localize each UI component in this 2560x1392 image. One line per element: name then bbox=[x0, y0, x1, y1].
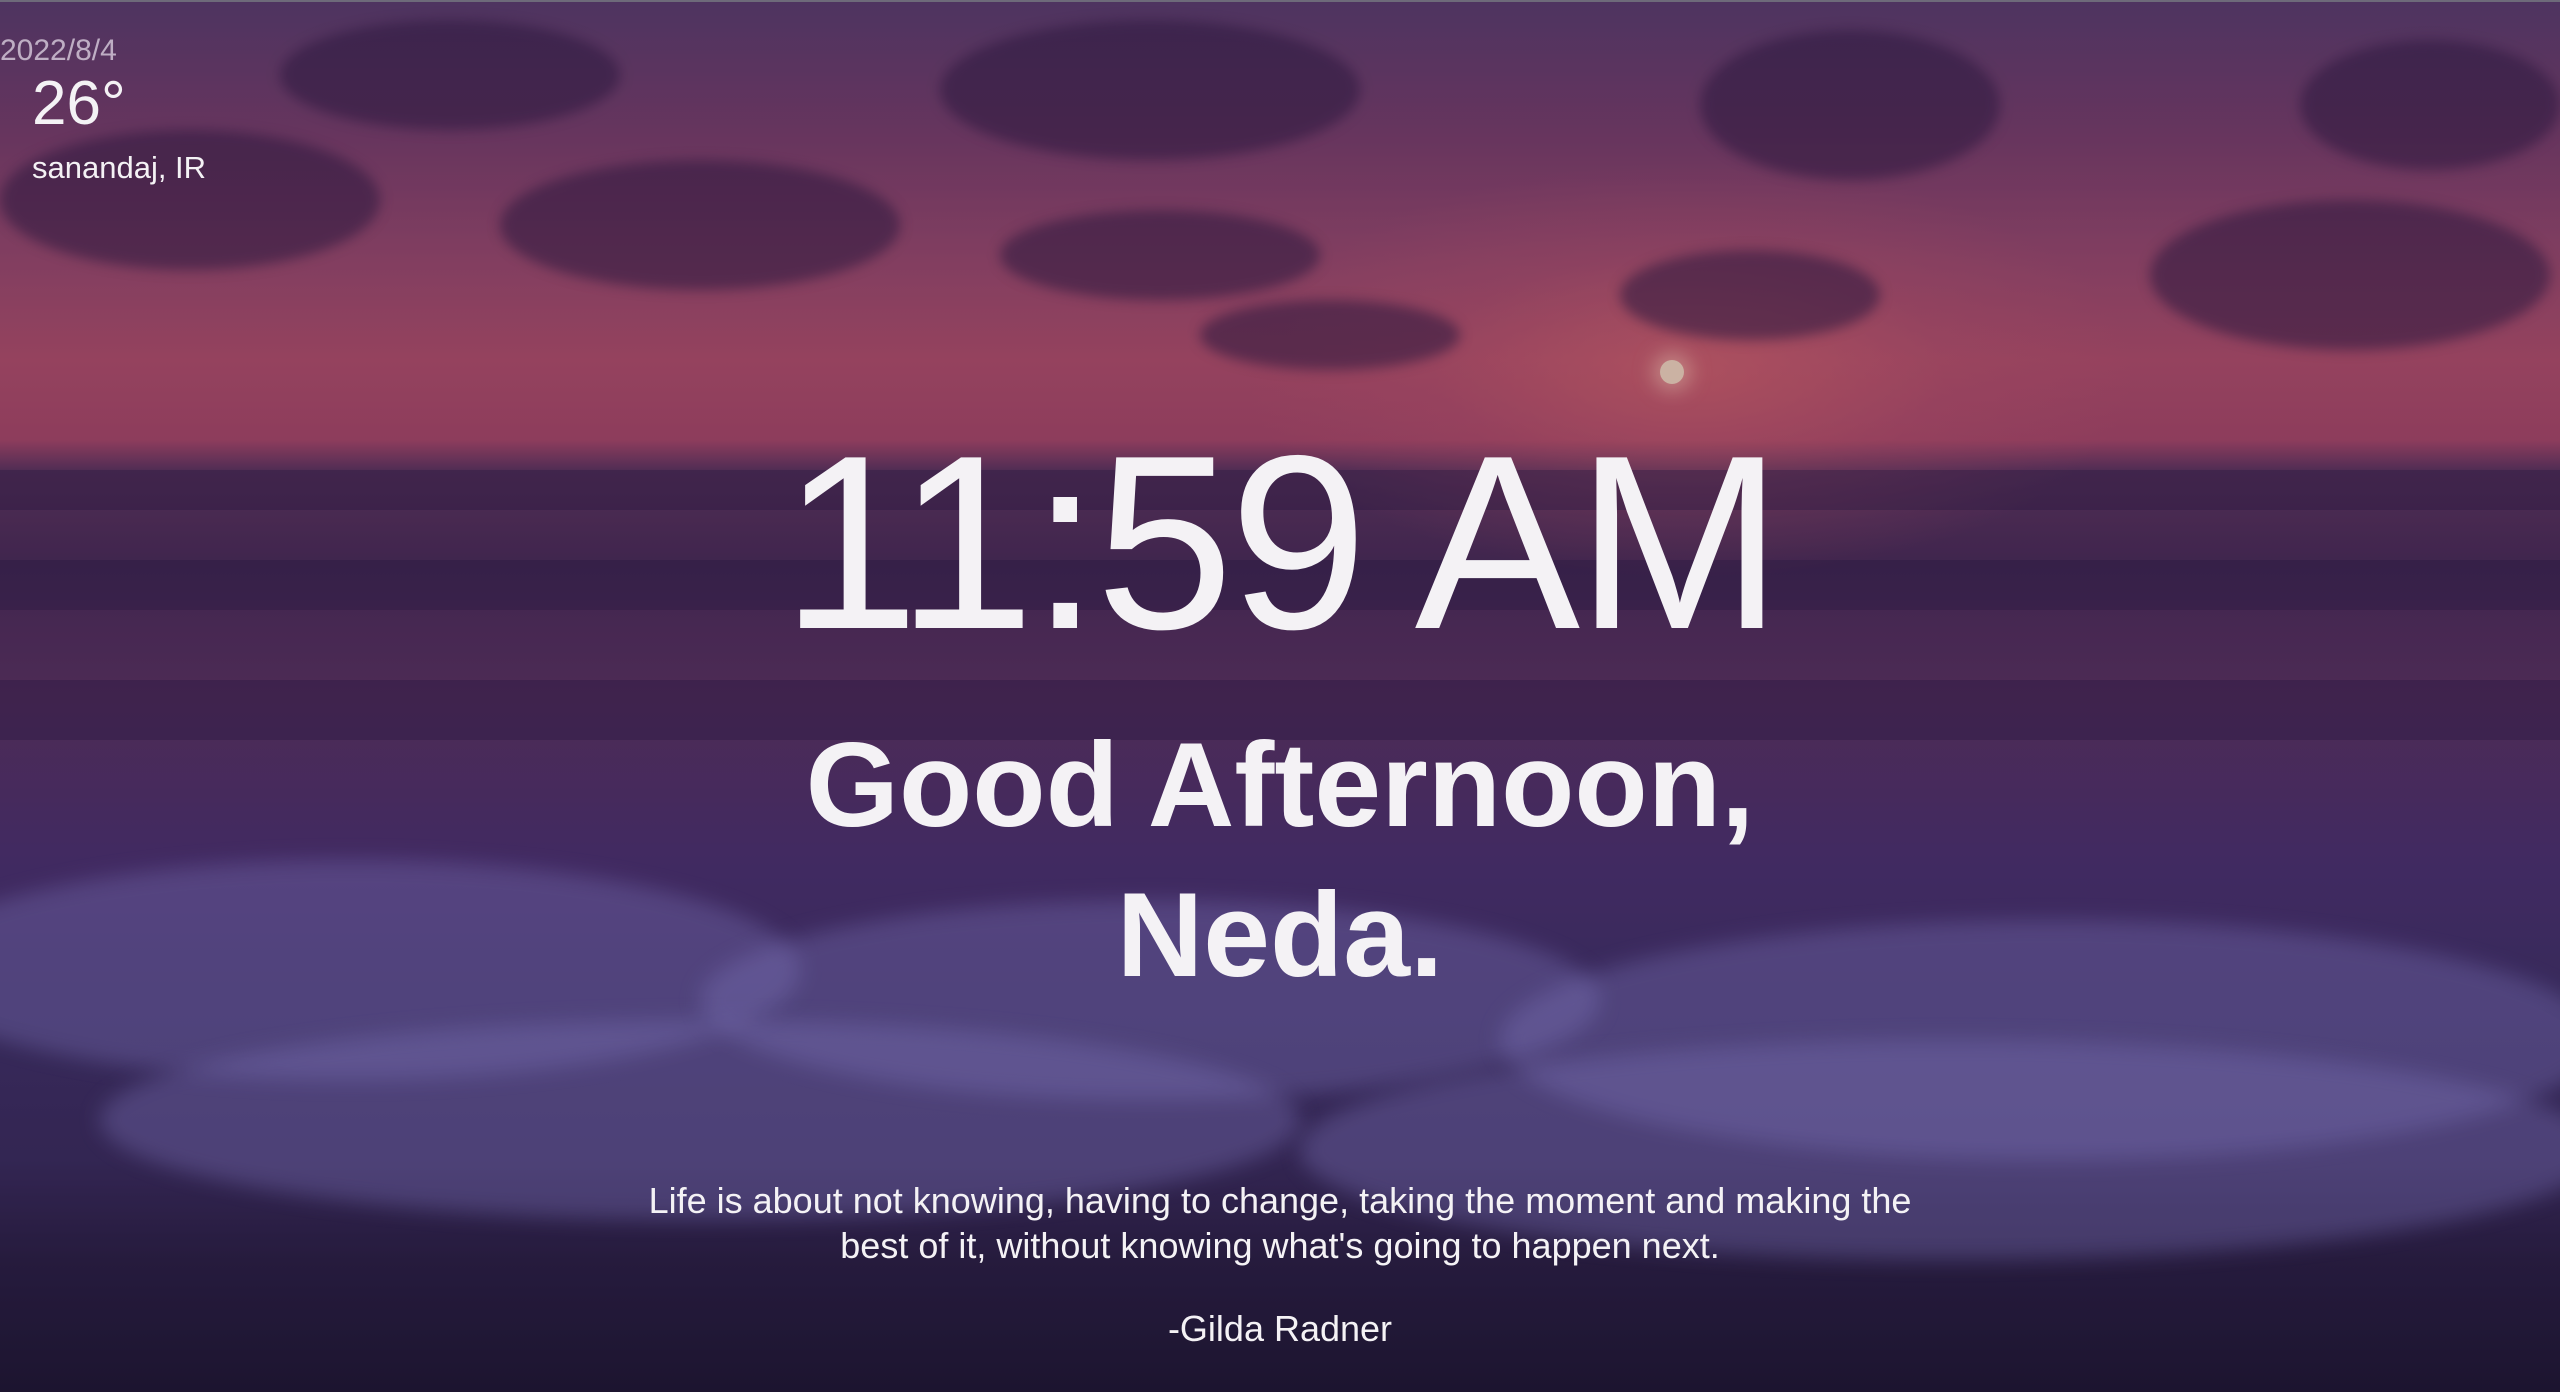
clock-time: 11:59 AM bbox=[781, 403, 1782, 681]
current-date: 2022/8/4 bbox=[0, 34, 117, 67]
temperature: 26° bbox=[32, 69, 126, 138]
quote-text: Life is about not knowing, having to cha… bbox=[648, 1180, 1912, 1266]
quote-author: -Gilda Radner bbox=[1167, 1308, 1393, 1349]
window-top-border bbox=[0, 0, 2560, 2]
location-name: sanandaj, IR bbox=[32, 150, 207, 185]
greeting-salutation: Good Afternoon, bbox=[805, 718, 1755, 852]
greeting-username: Neda. bbox=[1116, 868, 1444, 1002]
greeting: Good Afternoon, Neda. bbox=[0, 710, 2560, 1010]
